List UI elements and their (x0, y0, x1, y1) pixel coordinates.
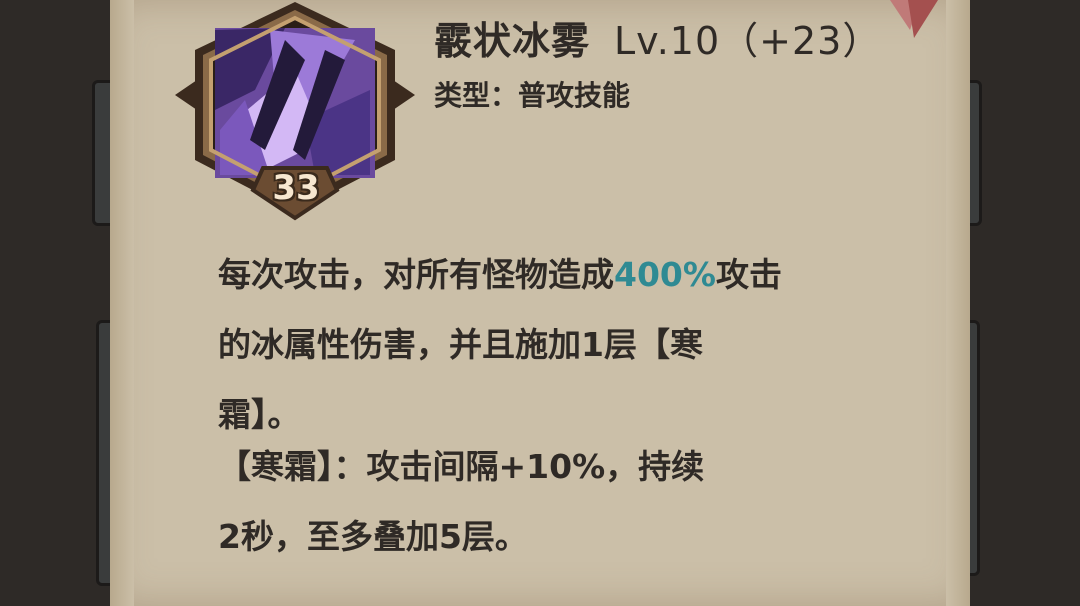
description-line: 的冰属性伤害，并且施加1层【寒 (218, 325, 703, 364)
background-left-panel (0, 0, 124, 606)
skill-type: 类型：普攻技能 (434, 79, 631, 112)
skill-name: 霰状冰雾 (434, 19, 591, 63)
skill-level: Lv.10（+23） (614, 19, 882, 63)
skill-description: 每次攻击，对所有怪物造成400%攻击 的冰属性伤害，并且施加1层【寒 霜】。 【… (218, 240, 838, 572)
damage-percent-highlight: 400% (614, 255, 716, 294)
description-text: 每次攻击，对所有怪物造成 (218, 255, 614, 294)
description-text: 攻击 (715, 255, 782, 294)
scroll-edge-right (946, 0, 970, 606)
ice-shard-skill-icon (215, 28, 375, 178)
description-line: 2秒，至多叠加5层。 (218, 517, 528, 556)
scroll-edge-left (110, 0, 134, 606)
description-line: 每次攻击，对所有怪物造成400%攻击 (218, 240, 838, 310)
ribbon-corner-decoration (890, 0, 938, 38)
skill-title: 霰状冰雾 Lv.10（+23） (434, 10, 881, 65)
skill-icon-level-badge: 33 (272, 168, 320, 208)
description-line: 【寒霜】：攻击间隔+10%，持续 (218, 447, 705, 486)
